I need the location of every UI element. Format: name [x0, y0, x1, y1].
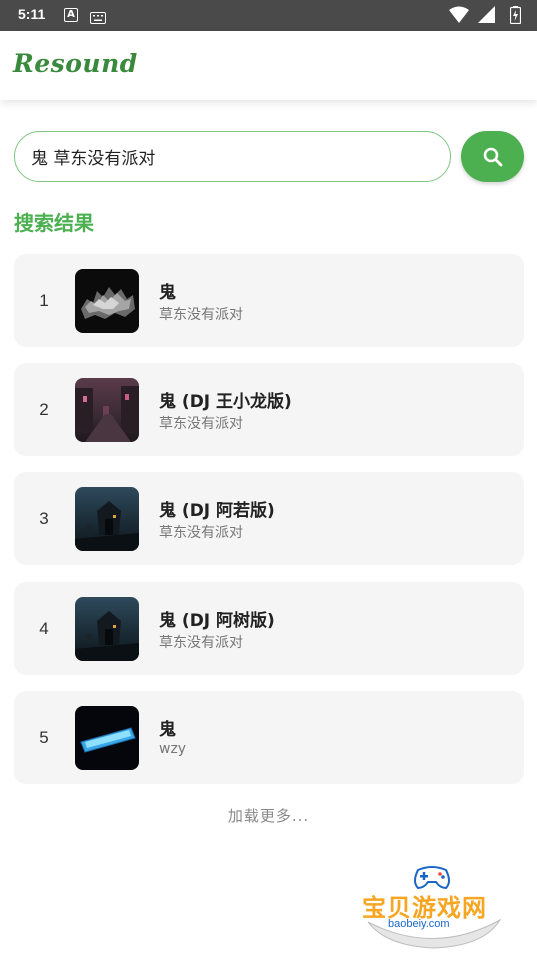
app-bar: Resound	[0, 31, 537, 100]
result-rank: 2	[39, 400, 49, 419]
song-title: 鬼	[159, 283, 176, 303]
search-button[interactable]	[461, 131, 524, 182]
album-cover	[75, 269, 139, 333]
song-title: 鬼 (DJ 王小龙版)	[159, 392, 292, 412]
signal-icon	[478, 6, 495, 23]
results-section-title: 搜索结果	[14, 211, 94, 235]
search-input[interactable]	[14, 131, 451, 182]
song-artist: 草东没有派对	[159, 416, 243, 432]
song-artist: 草东没有派对	[159, 525, 243, 541]
album-cover	[75, 597, 139, 661]
load-more-button[interactable]: 加载更多...	[0, 805, 537, 826]
album-cover	[75, 378, 139, 442]
result-item[interactable]: 2 鬼 (DJ 王小龙版) 草东没有派对	[14, 363, 524, 456]
result-rank: 4	[39, 619, 49, 638]
a-notification-icon: A	[64, 8, 78, 22]
song-artist: 草东没有派对	[159, 307, 243, 323]
album-cover	[75, 487, 139, 551]
result-rank: 1	[39, 291, 49, 310]
result-rank: 5	[39, 728, 49, 747]
song-artist: wzy	[159, 741, 187, 757]
watermark-url: baobeiy.com	[388, 918, 450, 930]
song-title: 鬼	[159, 720, 176, 740]
result-rank: 3	[39, 509, 49, 528]
song-title: 鬼 (DJ 阿若版)	[159, 501, 275, 521]
keyboard-icon	[90, 9, 106, 28]
battery-icon	[510, 6, 521, 24]
result-item[interactable]: 5 鬼 wzy	[14, 691, 524, 784]
wifi-icon	[449, 6, 469, 23]
gamepad-icon	[414, 866, 450, 890]
watermark: 宝贝游戏网 baobeiy.com	[356, 860, 516, 952]
status-time: 5:11	[18, 6, 46, 22]
result-item[interactable]: 1 鬼 草东没有派对	[14, 254, 524, 347]
song-title: 鬼 (DJ 阿树版)	[159, 611, 275, 631]
search-icon	[483, 147, 503, 167]
result-item[interactable]: 4 鬼 (DJ 阿树版) 草东没有派对	[14, 582, 524, 675]
song-artist: 草东没有派对	[159, 635, 243, 651]
album-cover	[75, 706, 139, 770]
result-item[interactable]: 3 鬼 (DJ 阿若版) 草东没有派对	[14, 472, 524, 565]
status-bar: 5:11 A	[0, 0, 537, 31]
app-title: Resound	[13, 49, 138, 78]
